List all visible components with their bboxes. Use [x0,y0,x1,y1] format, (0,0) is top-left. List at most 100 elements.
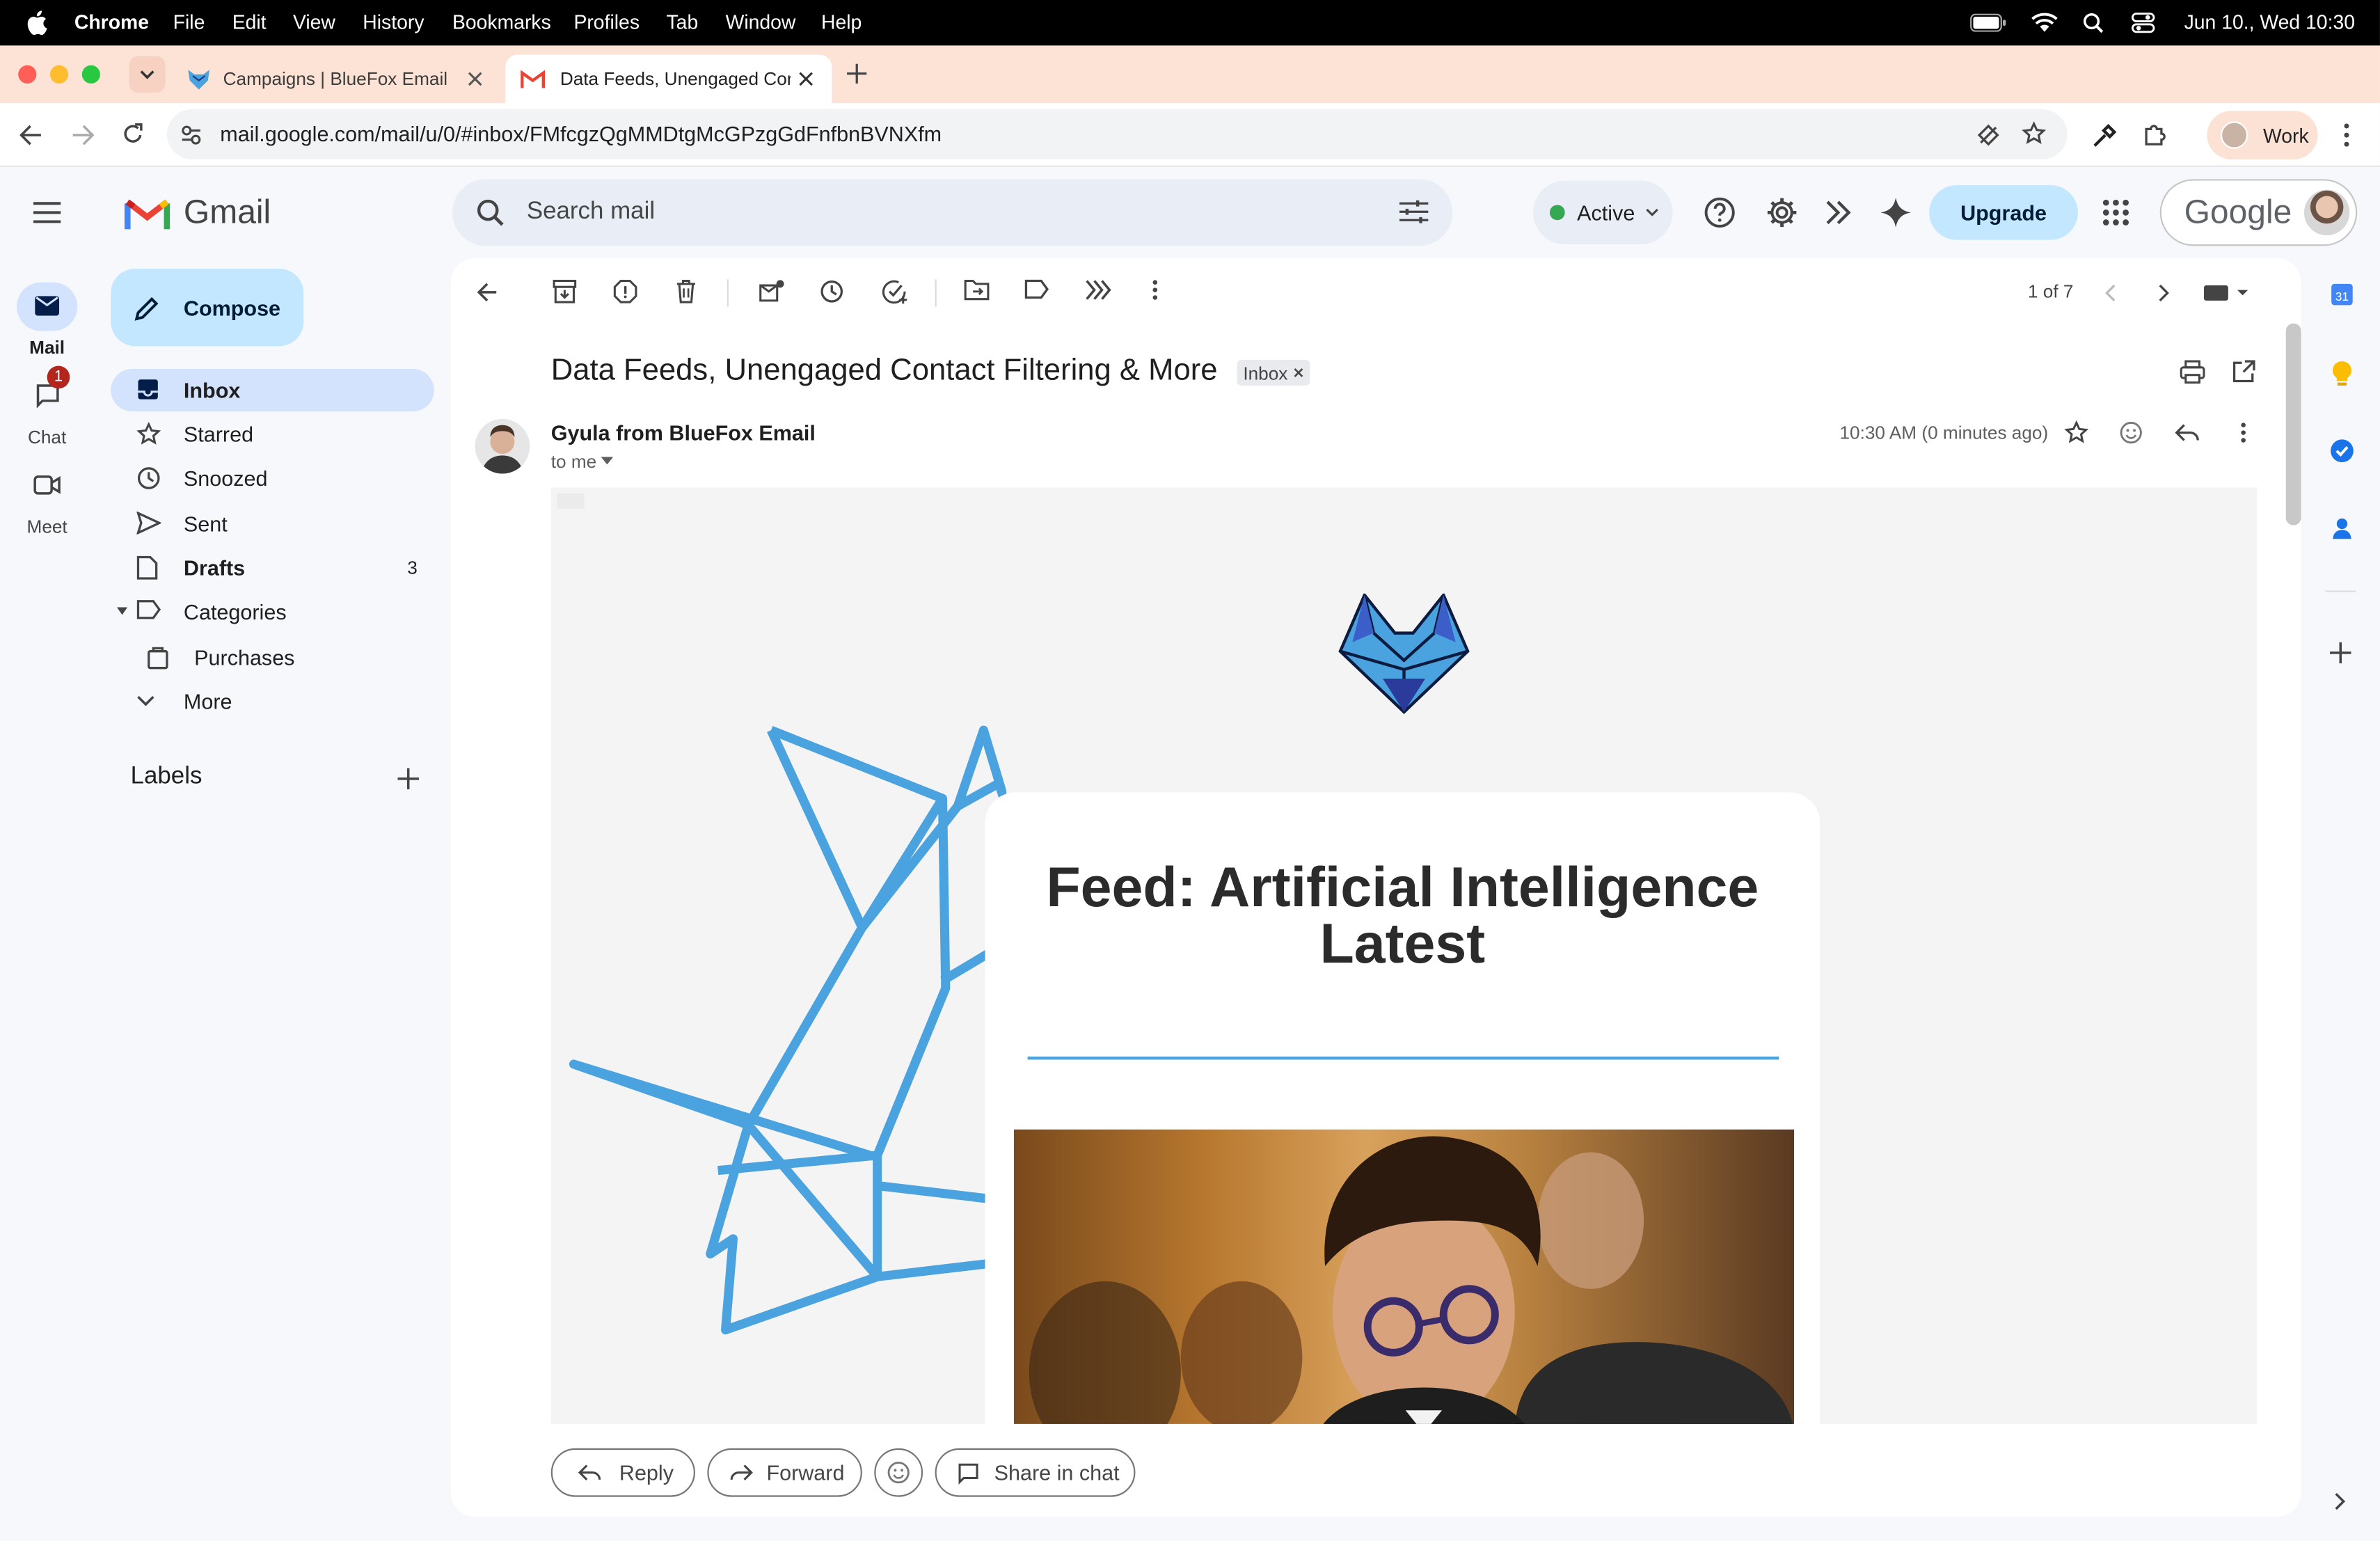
close-tab-icon[interactable] [468,72,483,87]
archive-icon[interactable] [553,279,577,303]
tasks-check-icon[interactable] [2330,438,2354,463]
snooze-clock-icon[interactable] [820,279,844,303]
zoom-window-button[interactable] [81,65,100,84]
add-to-tasks-icon[interactable] [882,279,907,305]
nav-starred[interactable]: Starred [111,413,434,455]
share-in-chat-button[interactable]: Share in chat [935,1448,1136,1497]
nav-categories[interactable]: Categories [111,590,434,633]
google-apps-grid-icon[interactable] [2102,199,2129,226]
tab-gmail-active[interactable]: Data Feeds, Unengaged Cont [505,54,832,104]
get-addons-plus-icon[interactable] [2329,642,2351,664]
reply-button[interactable]: Reply [550,1448,695,1497]
tab-campaigns[interactable]: Campaigns | BlueFox Email [171,55,505,104]
status-selector[interactable]: Active [1532,180,1673,245]
close-window-button[interactable] [18,65,37,84]
label-as-icon[interactable] [1024,279,1049,299]
upgrade-button[interactable]: Upgrade [1929,185,2078,240]
forward-button[interactable]: Forward [707,1448,862,1497]
calendar-icon[interactable]: 31 [2330,283,2354,307]
report-spam-icon[interactable] [613,279,637,303]
open-new-window-icon[interactable] [2232,360,2255,383]
nav-purchases[interactable]: Purchases [111,636,434,679]
remove-label-icon[interactable] [1294,368,1304,378]
add-reaction-icon[interactable] [2119,420,2143,445]
spotlight-search-icon[interactable] [2082,12,2104,33]
nav-snoozed[interactable]: Snoozed [111,457,434,500]
nav-inbox[interactable]: Inbox [111,369,434,412]
back-to-inbox-icon[interactable] [477,283,498,302]
feed-article-photo[interactable] [1013,1129,1795,1424]
sender-avatar[interactable] [475,418,530,474]
search-icon[interactable] [477,199,504,226]
menu-app-name[interactable]: Chrome [74,10,149,33]
rail-chat[interactable]: 1 Chat [0,365,94,448]
nav-sent[interactable]: Sent [111,503,434,545]
print-icon[interactable] [2180,360,2205,384]
profile-button[interactable]: Work [2207,111,2318,160]
show-side-panel-chevron-icon[interactable] [2335,1492,2347,1510]
menu-history[interactable]: History [363,10,424,33]
battery-icon[interactable] [1970,13,2006,32]
gemini-apps-icon[interactable] [1823,196,1857,229]
move-to-folder-icon[interactable] [964,279,990,301]
menu-tab[interactable]: Tab [667,10,699,33]
settings-gear-icon[interactable] [1766,196,1799,229]
mark-unread-icon[interactable] [759,279,785,302]
rail-meet[interactable]: Meet [0,461,94,537]
more-options-icon[interactable] [1152,279,1158,301]
menu-view[interactable]: View [293,10,335,33]
message-scrollbar-thumb[interactable] [2285,323,2301,525]
menu-bookmarks[interactable]: Bookmarks [452,10,551,33]
filter-messages-icon[interactable] [1085,279,1112,301]
search-input[interactable]: Search mail [527,199,655,226]
compose-button[interactable]: Compose [111,269,304,347]
forward-icon[interactable] [72,125,95,146]
chrome-menu-icon[interactable] [2344,123,2350,148]
menu-file[interactable]: File [173,10,205,33]
menu-help[interactable]: Help [821,10,862,33]
address-bar[interactable]: mail.google.com/mail/u/0/#inbox/FMfcgzQg… [166,109,2068,160]
site-info-icon[interactable] [181,125,203,146]
gemini-sparkle-icon[interactable] [1879,196,1912,229]
menu-profiles[interactable]: Profiles [573,10,640,33]
wifi-icon[interactable] [2031,12,2058,33]
sender-name[interactable]: Gyula from BlueFox Email [551,420,816,445]
delete-trash-icon[interactable] [676,279,697,303]
tab-search-button[interactable] [129,56,166,93]
search-options-icon[interactable] [1399,199,1429,225]
add-label-icon[interactable] [397,768,419,790]
reply-arrow-icon[interactable] [2175,424,2200,442]
rail-mail[interactable]: Mail [0,282,94,358]
inbox-label-chip[interactable]: Inbox [1237,359,1311,386]
new-tab-icon[interactable] [847,63,867,84]
menu-edit[interactable]: Edit [232,10,267,33]
back-icon[interactable] [19,125,42,146]
eyedropper-extension-icon[interactable] [2092,123,2118,149]
contacts-person-icon[interactable] [2331,516,2353,541]
newer-chevron-left-icon[interactable] [2104,284,2116,302]
url-text[interactable]: mail.google.com/mail/u/0/#inbox/FMfcgzQg… [220,121,942,145]
message-more-icon[interactable] [2240,422,2246,443]
star-message-icon[interactable] [2064,420,2089,445]
input-tools-keyboard-icon[interactable] [2203,284,2253,302]
search-bar[interactable]: Search mail [452,179,1453,246]
menubar-datetime[interactable]: Jun 10., Wed 10:30 [2184,10,2355,33]
bookmark-star-icon[interactable] [2022,121,2047,145]
tracking-protection-icon[interactable] [1976,123,2001,148]
close-tab-icon[interactable] [798,72,814,87]
extensions-puzzle-icon[interactable] [2142,121,2169,148]
control-center-icon[interactable] [2131,12,2155,33]
help-icon[interactable] [1703,196,1736,229]
reaction-button[interactable] [874,1448,923,1497]
reload-icon[interactable] [121,123,144,146]
keep-bulb-icon[interactable] [2331,360,2353,387]
minimize-window-button[interactable] [49,65,69,84]
nav-more[interactable]: More [111,680,434,722]
older-chevron-right-icon[interactable] [2159,284,2171,302]
caret-down-icon[interactable] [116,607,128,615]
menu-window[interactable]: Window [726,10,796,33]
nav-drafts[interactable]: Drafts 3 [111,546,434,589]
google-account-button[interactable]: Google [2159,179,2358,246]
show-details-caret-icon[interactable] [601,457,614,465]
recipient-text[interactable]: to me [551,451,596,473]
